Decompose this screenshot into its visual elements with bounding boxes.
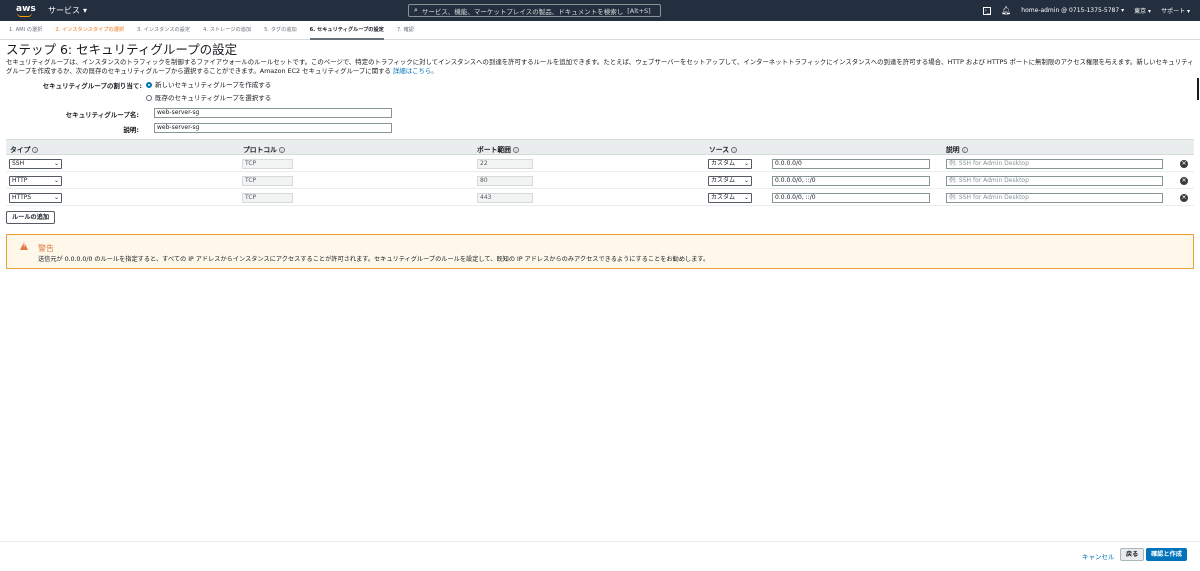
search-input[interactable]: ⌕ サービス、機能、マーケットプレイスの製品、ドキュメントを検索し [Alt+S… xyxy=(408,4,661,17)
search-placeholder: サービス、機能、マーケットプレイスの製品、ドキュメントを検索し xyxy=(421,7,624,16)
chevron-down-icon: ⌄ xyxy=(53,194,59,201)
warning-alert: 警告 送信元が 0.0.0.0/0 のルールを指定すると、すべての IP アドレ… xyxy=(6,234,1194,269)
source-mode-select[interactable]: カスタム ⌄ xyxy=(708,176,752,186)
rules-table-header: タイプ i プロトコル i ポート範囲 i ソース i 説明 i xyxy=(6,139,1194,155)
chevron-down-icon: ⌄ xyxy=(53,177,59,184)
type-select[interactable]: HTTPS ⌄ xyxy=(9,193,62,203)
radio-new-group[interactable]: 新しいセキュリティグループを作成する xyxy=(146,79,271,89)
description-input[interactable]: 例: SSH for Admin Desktop xyxy=(946,193,1163,203)
description-input[interactable]: 例: SSH for Admin Desktop xyxy=(946,176,1163,186)
radio-existing-group[interactable]: 既存のセキュリティグループを選択する xyxy=(146,92,271,102)
source-mode-select[interactable]: カスタム ⌄ xyxy=(708,159,752,169)
type-select[interactable]: HTTP ⌄ xyxy=(9,176,62,186)
add-rule-button[interactable]: ルールの追加 xyxy=(6,211,56,224)
source-input[interactable]: 0.0.0.0/0 xyxy=(772,159,930,169)
footer-bar: キャンセル 戻る 確認と作成 xyxy=(0,541,1200,571)
search-shortcut: [Alt+S] xyxy=(627,6,651,15)
radio-existing-icon[interactable] xyxy=(146,95,152,101)
region-menu[interactable]: 東京 ▾ xyxy=(1134,6,1151,15)
table-row: HTTP ⌄ TCP 80 カスタム ⌄ 0.0.0.0/0, ::/0 例: SS… xyxy=(6,173,1194,189)
step-ami[interactable]: 1. AMI の選択 xyxy=(9,21,42,40)
bell-icon[interactable]: 🔔︎ xyxy=(1001,6,1011,15)
back-button[interactable]: 戻る xyxy=(1120,548,1145,561)
port-field: 443 xyxy=(477,193,533,203)
type-select[interactable]: SSH ⌄ xyxy=(9,159,62,169)
wizard-steps: 1. AMI の選択 2. インスタンスタイプの選択 3. インスタンスの設定 … xyxy=(0,21,1200,40)
support-menu[interactable]: サポート ▾ xyxy=(1161,6,1190,15)
col-type: タイプ i xyxy=(10,144,39,154)
scrollbar[interactable] xyxy=(1197,78,1199,100)
chevron-down-icon: ⌄ xyxy=(53,160,59,167)
step-review[interactable]: 7. 確認 xyxy=(397,21,414,40)
radio-new-icon[interactable] xyxy=(146,82,152,88)
search-icon: ⌕ xyxy=(414,6,418,14)
remove-rule-icon[interactable]: ✕ xyxy=(1180,194,1188,202)
source-input[interactable]: 0.0.0.0/0, ::/0 xyxy=(772,193,930,203)
protocol-field: TCP xyxy=(242,176,293,186)
info-icon[interactable]: i xyxy=(278,147,285,153)
account-menu[interactable]: home-admin @ 0715-1375-5787 ▾ xyxy=(1021,7,1124,14)
step-storage[interactable]: 4. ストレージの追加 xyxy=(203,21,251,40)
col-description: 説明 i xyxy=(946,144,968,154)
table-row: SSH ⌄ TCP 22 カスタム ⌄ 0.0.0.0/0 例: SSH for A… xyxy=(6,156,1194,172)
group-desc-label: 説明: xyxy=(123,126,139,134)
info-icon[interactable]: i xyxy=(32,147,39,153)
chevron-down-icon: ⌄ xyxy=(743,160,749,167)
cloudshell-icon[interactable]: ›_ xyxy=(983,6,992,15)
services-menu[interactable]: サービス ▾ xyxy=(48,5,87,16)
remove-rule-icon[interactable]: ✕ xyxy=(1180,160,1188,168)
step-instance-type[interactable]: 2. インスタンスタイプの選択 xyxy=(55,21,124,40)
remove-rule-icon[interactable]: ✕ xyxy=(1180,177,1188,185)
info-icon[interactable]: i xyxy=(731,147,738,153)
col-protocol: プロトコル i xyxy=(243,144,285,154)
warning-body: 送信元が 0.0.0.0/0 のルールを指定すると、すべての IP アドレスから… xyxy=(38,256,710,263)
source-input[interactable]: 0.0.0.0/0, ::/0 xyxy=(772,176,930,186)
page-title: ステップ 6: セキュリティグループの設定 xyxy=(6,42,238,57)
warning-title: 警告 xyxy=(38,244,54,253)
source-mode-select[interactable]: カスタム ⌄ xyxy=(708,193,752,203)
info-icon[interactable]: i xyxy=(512,147,519,153)
port-field: 22 xyxy=(477,159,533,169)
group-desc-input[interactable]: web-server-sg xyxy=(154,123,392,133)
protocol-field: TCP xyxy=(242,193,293,203)
step-instance-config[interactable]: 3. インスタンスの設定 xyxy=(137,21,190,40)
aws-logo[interactable]: aws xyxy=(16,4,36,18)
description-input[interactable]: 例: SSH for Admin Desktop xyxy=(946,159,1163,169)
caret-down-icon: ▾ xyxy=(83,6,88,15)
chevron-down-icon: ⌄ xyxy=(743,177,749,184)
details-link[interactable]: 詳細はこちら。 xyxy=(393,67,438,75)
info-icon[interactable]: i xyxy=(961,147,968,153)
step-security-group[interactable]: 6. セキュリティグループの設定 xyxy=(309,21,384,40)
col-port: ポート範囲 i xyxy=(477,144,519,154)
top-nav: aws サービス ▾ ⌕ サービス、機能、マーケットプレイスの製品、ドキュメント… xyxy=(0,0,1200,21)
cancel-link[interactable]: キャンセル xyxy=(1082,551,1115,561)
services-label: サービス xyxy=(48,6,80,15)
chevron-down-icon: ⌄ xyxy=(743,194,749,201)
assign-label: セキュリティグループの割り当て: xyxy=(42,82,142,90)
table-row: HTTPS ⌄ TCP 443 カスタム ⌄ 0.0.0.0/0, ::/0 例: … xyxy=(6,190,1194,206)
step-tags[interactable]: 5. タグの追加 xyxy=(264,21,297,40)
page-description: セキュリティグループは、インスタンスのトラフィックを制御するファイアウォールのル… xyxy=(6,58,1194,75)
review-and-launch-button[interactable]: 確認と作成 xyxy=(1146,548,1187,561)
protocol-field: TCP xyxy=(242,159,293,169)
port-field: 80 xyxy=(477,176,533,186)
group-name-input[interactable]: web-server-sg xyxy=(154,108,392,118)
col-source: ソース i xyxy=(709,144,738,154)
group-name-label: セキュリティグループ名: xyxy=(65,111,139,119)
warning-icon xyxy=(20,242,28,250)
